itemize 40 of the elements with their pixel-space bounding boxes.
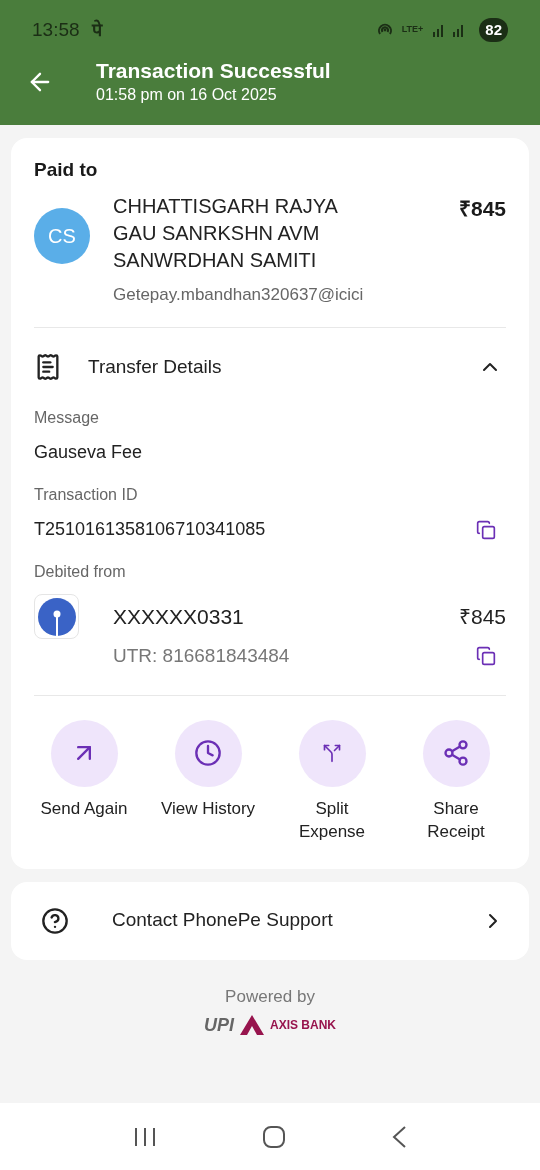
amount: ₹845 [458,195,506,222]
transfer-details-toggle[interactable]: Transfer Details [34,328,506,406]
payee-name: CHHATTISGARH RAJYA GAU SANRKSHN AVM SANWRDHAN SAMITI [113,193,339,273]
clock-icon [194,739,222,767]
status-time: 13:58 [32,17,80,42]
account-number: XXXXXX0331 [113,603,245,630]
field-label: Transaction ID [34,485,139,505]
action-button[interactable]: Send Again [22,719,146,843]
field-value: T2510161358106710341085 [34,518,267,541]
notification-text: पे [91,18,102,42]
share-icon [442,739,470,767]
avatar: CS [34,207,90,264]
action-button[interactable]: Share Receipt [394,719,518,843]
action-button[interactable]: View History [146,719,270,843]
support-card[interactable]: Contact PhonePe Support [11,881,529,960]
payee-upi-id: Getepay.mbandhan320637@icici [113,283,365,306]
battery-indicator: 82 [479,17,508,43]
split-icon [322,743,342,763]
paid-to-label: Paid to [34,158,99,182]
powered-by-text: Powered by [225,985,315,1008]
action-button[interactable]: Split Expense [270,719,394,843]
utr-number: UTR: 816681843484 [113,644,291,668]
field-label: Debited from [34,562,127,582]
copy-icon[interactable] [476,519,496,540]
back-nav-button[interactable] [391,1124,408,1149]
header-title: Transaction Successful [96,58,331,84]
recent-apps-button[interactable] [132,1125,157,1148]
field-value: Gauseva Fee [34,441,144,464]
help-icon [41,906,69,935]
field-label: Message [34,408,100,428]
copy-icon[interactable] [476,646,496,667]
network-type: LTE+ [401,23,424,37]
home-button[interactable] [262,1124,286,1149]
upi-logo: UPI [204,1016,234,1034]
axis-bank-logo-icon [240,1015,264,1035]
support-label: Contact PhonePe Support [112,908,334,933]
axis-bank-logo: AXIS BANK [270,1019,336,1031]
debited-amount: ₹845 [458,603,506,630]
header-subtitle: 01:58 pm on 16 Oct 2025 [96,85,278,105]
receipt-icon [34,353,62,381]
